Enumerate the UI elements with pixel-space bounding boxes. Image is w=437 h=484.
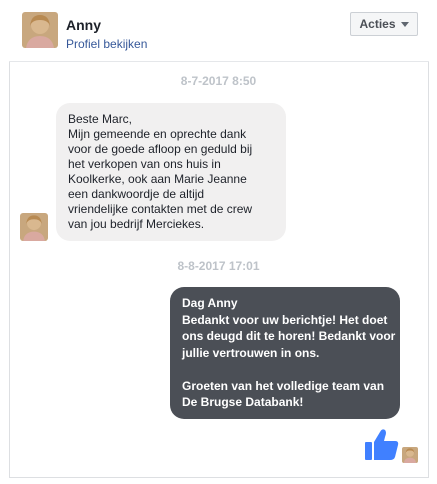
message-line: Dag Anny xyxy=(182,296,238,310)
actions-label: Acties xyxy=(359,17,396,31)
seen-by-avatar xyxy=(402,447,418,463)
actions-dropdown-button[interactable]: Acties xyxy=(350,12,418,36)
message-line: vriendelijke contakten met de crew xyxy=(68,202,253,216)
outgoing-message-bubble: Dag Anny Bedankt voor uw berichtje! Het … xyxy=(170,287,400,419)
chat-header: Anny Profiel bekijken Acties xyxy=(9,0,429,62)
thumbs-up-icon[interactable] xyxy=(364,426,400,462)
message-line: De Brugse Databank! xyxy=(182,395,304,409)
sender-avatar[interactable] xyxy=(20,213,48,241)
message-timestamp: 8-8-2017 17:01 xyxy=(177,259,260,273)
message-line: van jou bedrijf Merciekes. xyxy=(68,217,205,231)
view-profile-link[interactable]: Profiel bekijken xyxy=(66,37,147,51)
message-line: ons deugd dit te horen! Bedankt voor xyxy=(182,329,396,343)
avatar-image xyxy=(402,447,418,463)
message-line: Groeten van het volledige team van xyxy=(182,378,385,393)
contact-name[interactable]: Anny xyxy=(66,17,101,33)
message-line: Beste Marc, xyxy=(68,112,133,126)
chevron-down-icon xyxy=(400,21,409,27)
message-line: Mijn gemeende en oprechte dank xyxy=(68,127,247,141)
message-line: het verkopen van ons huis in xyxy=(68,157,221,171)
message-line: Koolkerke, ook aan Marie Jeanne xyxy=(68,172,247,186)
incoming-message-bubble: Beste Marc, Mijn gemeende en oprechte da… xyxy=(56,103,286,241)
message-line: voor de goede afloop en geduld bij xyxy=(68,142,253,156)
avatar-image xyxy=(20,213,48,241)
message-timestamp: 8-7-2017 8:50 xyxy=(180,74,257,88)
message-line: een dankwoordje de altijd xyxy=(68,187,205,201)
like-reaction-icon xyxy=(365,429,399,460)
message-line: jullie vertrouwen in ons. xyxy=(182,345,320,360)
message-line: Bedankt voor uw berichtje! Het doet xyxy=(182,312,388,327)
avatar-image xyxy=(22,12,58,48)
contact-avatar[interactable] xyxy=(22,12,58,48)
